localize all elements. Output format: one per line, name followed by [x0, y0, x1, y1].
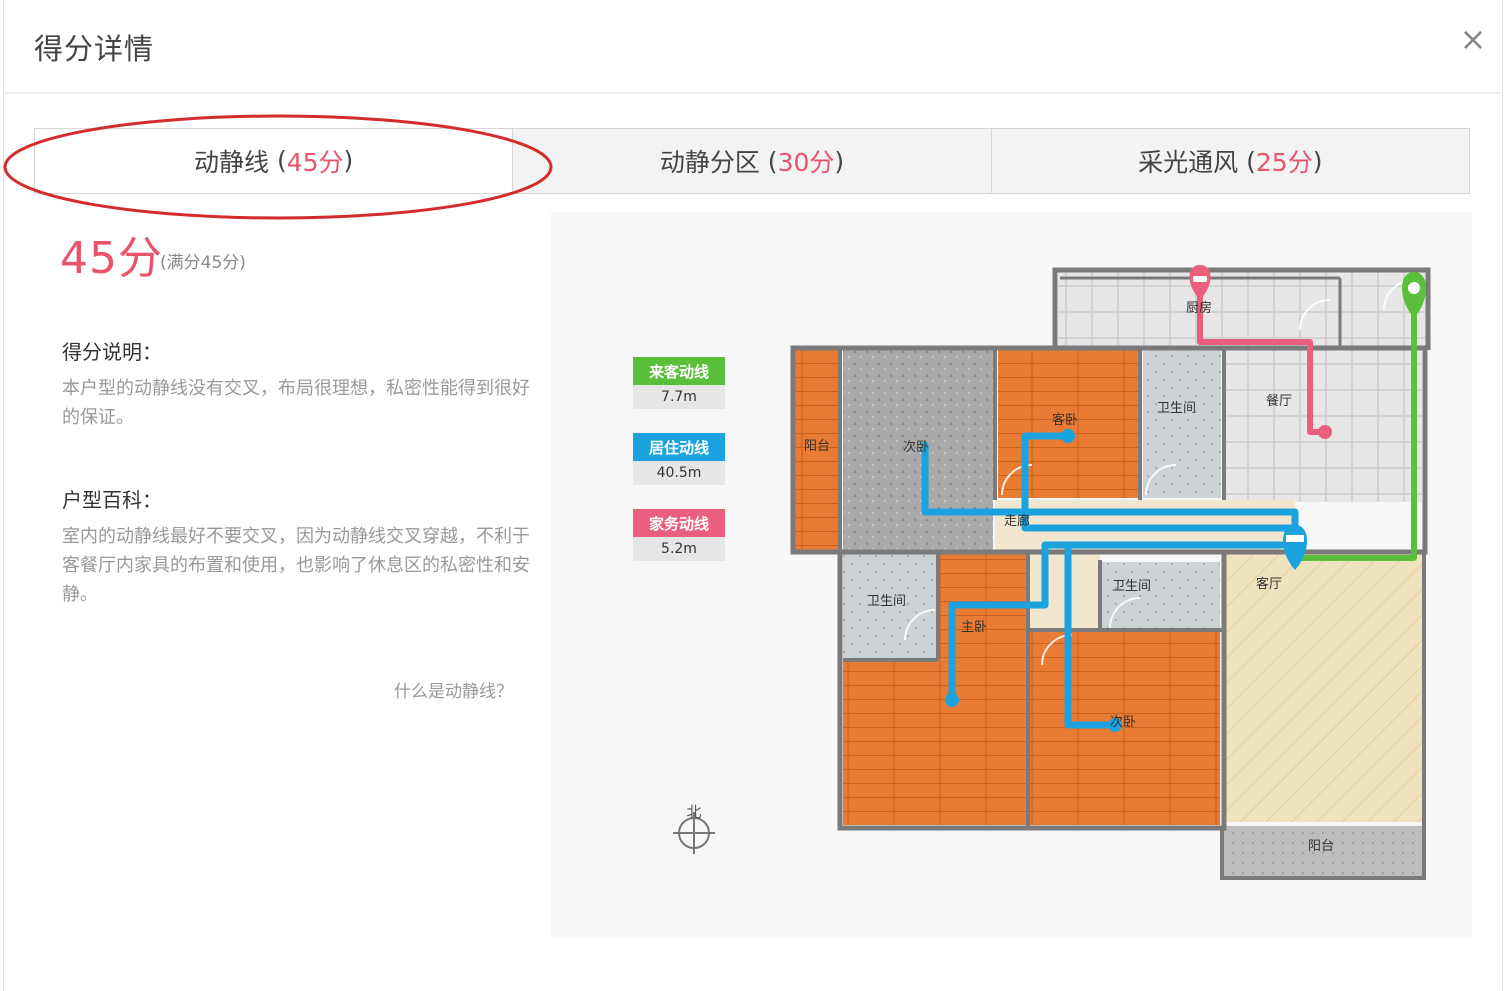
dialog-title: 得分详情 [34, 32, 155, 66]
legend-value: 40.5m [633, 461, 725, 485]
wiki-text: 室内的动静线最好不要交叉，因为动静线交叉穿越，不利于客餐厅内家具的布置和使用，也… [62, 526, 530, 605]
legend-value: 7.7m [633, 385, 725, 409]
legend-label: 居住动线 [633, 433, 725, 461]
tab-dynamic-static-line[interactable]: 动静线 (45分) [35, 129, 514, 193]
tab-label: 动静线 [194, 147, 270, 177]
tab-score: 25分 [1255, 148, 1313, 177]
tab-score: 30分 [777, 148, 835, 177]
legend-chore: 家务动线 5.2m [633, 509, 725, 561]
close-icon[interactable]: × [1456, 22, 1490, 56]
tab-score: 45分 [286, 147, 344, 177]
tab-label: 动静分区 [659, 148, 760, 177]
tab-dynamic-static-zoning[interactable]: 动静分区 (30分) [513, 129, 992, 193]
score-value: 45分 [60, 233, 163, 284]
legend-label: 来客动线 [633, 357, 725, 385]
tab-bar: 动静线 (45分) 动静分区 (30分) 采光通风 (25分) [34, 128, 1470, 194]
dialog-header: 得分详情 × [4, 0, 1502, 94]
legend-value: 5.2m [633, 537, 725, 561]
wiki-title: 户型百科： [62, 488, 162, 512]
legend-living: 居住动线 40.5m [633, 433, 725, 485]
tab-lighting-ventilation[interactable]: 采光通风 (25分) [992, 129, 1469, 193]
score-full: (满分45分) [160, 253, 246, 273]
tab-label: 采光通风 [1138, 148, 1239, 177]
explanation-title: 得分说明： [62, 340, 162, 364]
explanation-text: 本户型的动静线没有交叉，布局很理想，私密性能得到很好的保证。 [62, 378, 530, 428]
what-is-link[interactable]: 什么是动静线？ [394, 677, 513, 702]
floor-plan-panel [551, 212, 1472, 938]
legend-guest: 来客动线 7.7m [633, 357, 725, 409]
legend-label: 家务动线 [633, 509, 725, 537]
